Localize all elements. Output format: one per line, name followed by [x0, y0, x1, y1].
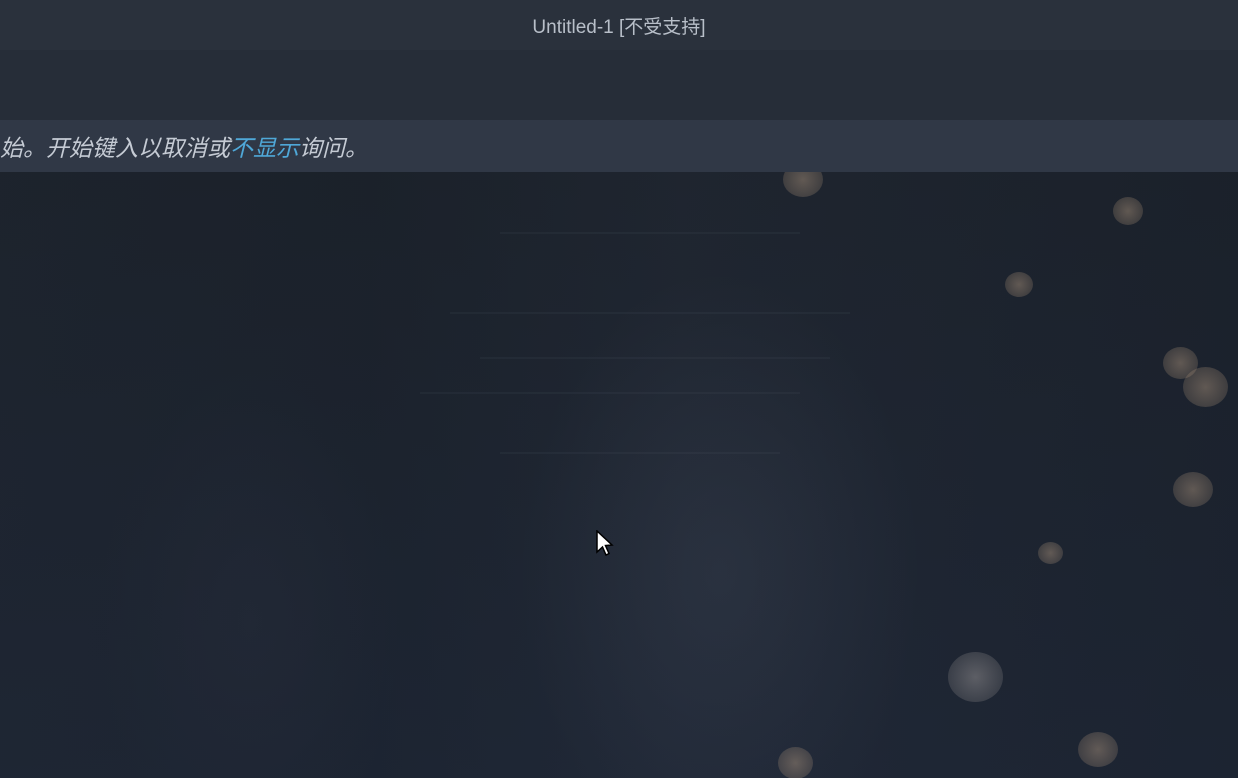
bg-bokeh — [948, 652, 1003, 702]
editor-area[interactable] — [0, 172, 1238, 778]
bg-streak — [500, 232, 800, 234]
secondary-bar — [0, 50, 1238, 120]
bg-bokeh — [1183, 367, 1228, 407]
dismiss-link[interactable]: 不显示 — [230, 129, 299, 163]
bg-bokeh — [1005, 272, 1033, 297]
bg-bokeh — [1173, 472, 1213, 507]
window-title: Untitled-1 [不受支持] — [532, 12, 705, 39]
bg-bokeh — [778, 747, 813, 778]
bg-bokeh — [1113, 197, 1143, 225]
bg-streak — [420, 392, 800, 394]
bg-streak — [480, 357, 830, 359]
bg-streak — [450, 312, 850, 314]
notification-text-prefix: 始。开始键入以取消或 — [0, 129, 230, 163]
background-texture — [0, 172, 1238, 778]
bg-streak — [500, 452, 780, 454]
notification-bar: 始。开始键入以取消或不显示询问。 — [0, 120, 1238, 172]
notification-text-suffix: 询问。 — [299, 129, 368, 163]
bg-bokeh — [1038, 542, 1063, 564]
title-bar: Untitled-1 [不受支持] — [0, 0, 1238, 50]
bg-bokeh — [1078, 732, 1118, 767]
